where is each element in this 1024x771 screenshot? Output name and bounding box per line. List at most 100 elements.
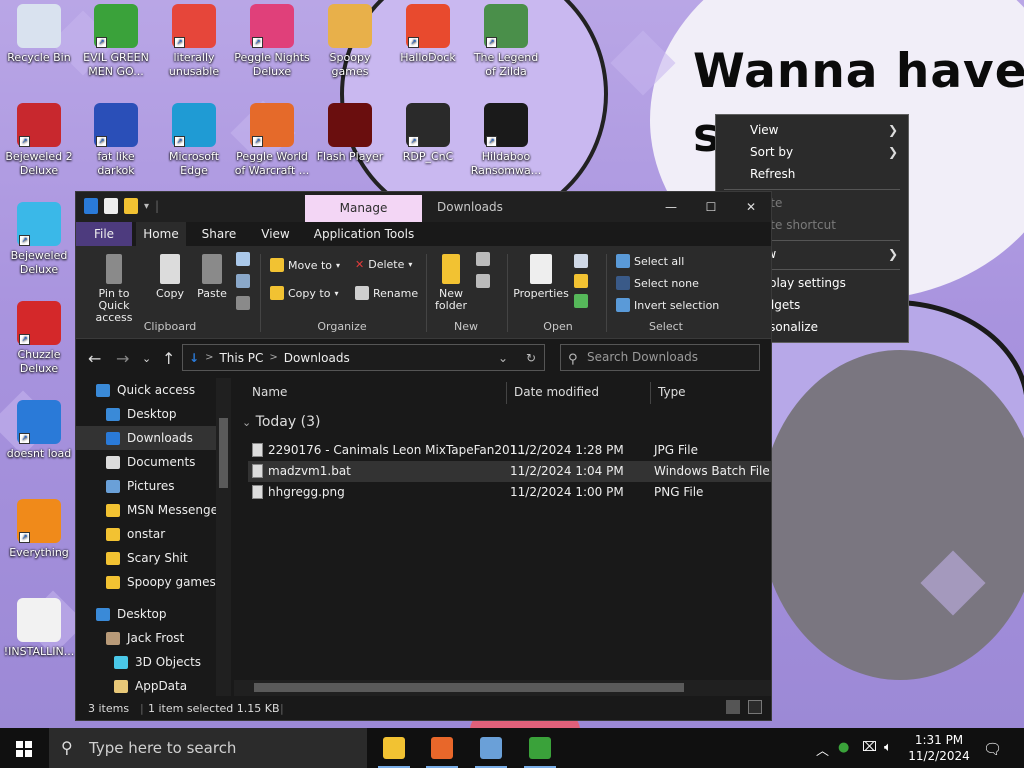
taskbar-app[interactable] xyxy=(467,728,515,768)
address-dropdown-icon[interactable]: ⌄ xyxy=(498,351,508,365)
taskbar-search-box[interactable]: ⚲ Type here to search xyxy=(49,728,367,768)
desktop-icon[interactable]: Recycle Bin xyxy=(0,4,78,65)
nav-item[interactable]: Pictures📌︎ xyxy=(76,474,231,498)
minimize-button[interactable]: — xyxy=(651,192,691,222)
nav-item[interactable]: MSN Messenger xyxy=(76,498,231,522)
details-view-icon[interactable] xyxy=(726,700,740,714)
copy-to-button[interactable]: Copy to ▾ xyxy=(270,286,338,300)
menu-item-view[interactable]: View ❯ xyxy=(716,119,908,141)
delete-button[interactable]: ✕ Delete ▾ xyxy=(355,258,412,271)
download-arrow-icon[interactable] xyxy=(84,198,98,214)
title-bar[interactable]: ▾ | Manage Downloads — ☐ ✕ xyxy=(76,192,771,222)
tab-manage[interactable]: Manage xyxy=(305,195,422,222)
nav-item[interactable]: Spoopy games xyxy=(76,570,231,594)
properties-button[interactable]: Properties xyxy=(512,254,570,300)
properties-icon[interactable] xyxy=(104,198,118,214)
desktop-icon[interactable]: ↗ Bejeweled Deluxe xyxy=(0,202,78,277)
horizontal-scrollbar-thumb[interactable] xyxy=(254,683,684,692)
large-icons-view-icon[interactable] xyxy=(748,700,762,714)
forward-arrow-icon[interactable]: → xyxy=(116,349,129,368)
new-folder-button[interactable]: New folder xyxy=(430,254,472,312)
back-arrow-icon[interactable]: ← xyxy=(88,349,101,368)
select-all-button[interactable]: Select all xyxy=(616,254,684,268)
easy-access-button[interactable] xyxy=(476,274,490,288)
taskbar-app[interactable] xyxy=(418,728,466,768)
new-folder-icon[interactable] xyxy=(124,198,138,214)
maximize-button[interactable]: ☐ xyxy=(691,192,731,222)
nav-item[interactable]: AppData xyxy=(76,674,231,696)
desktop-icon[interactable]: ↗ HalloDock xyxy=(389,4,467,65)
tab-home[interactable]: Home xyxy=(136,222,186,246)
tab-view[interactable]: View xyxy=(248,222,303,246)
nav-item[interactable]: Desktop xyxy=(76,602,231,626)
qat-dropdown-icon[interactable]: ▾ xyxy=(144,201,149,212)
desktop-icon[interactable]: ↗ Everything xyxy=(0,499,78,560)
desktop-icon[interactable]: ↗ Microsoft Edge xyxy=(155,103,233,178)
file-row[interactable]: madzvm1.bat 11/2/2024 1:04 PM Windows Batc… xyxy=(248,461,771,482)
taskbar-app[interactable] xyxy=(516,728,564,768)
desktop-icon[interactable]: ↗ Chuzzle Deluxe xyxy=(0,301,78,376)
cut-button[interactable] xyxy=(236,252,250,266)
volume-icon[interactable]: 🔈︎ xyxy=(884,740,892,755)
edit-button[interactable] xyxy=(574,274,588,288)
tab-share[interactable]: Share xyxy=(194,222,244,246)
msn-tray-icon[interactable]: ● xyxy=(838,740,849,755)
menu-item-sort-by[interactable]: Sort by ❯ xyxy=(716,141,908,163)
nav-item[interactable]: Downloads📌︎ xyxy=(76,426,231,450)
up-arrow-icon[interactable]: ↑ xyxy=(162,349,175,368)
group-header[interactable]: ⌄ Today (3) xyxy=(242,414,320,430)
breadcrumb-downloads[interactable]: Downloads xyxy=(284,351,350,365)
search-input[interactable]: ⚲ Search Downloads xyxy=(560,344,760,371)
address-bar[interactable]: ↓ > This PC > Downloads ⌄ ↻ xyxy=(182,344,545,371)
pin-to-quick-access-button[interactable]: Pin to Quick access xyxy=(82,254,146,324)
tab-application-tools[interactable]: Application Tools xyxy=(309,222,419,246)
nav-item[interactable]: Desktop📌︎ xyxy=(76,402,231,426)
file-row[interactable]: 2290176 - Canimals Leon MixTapeFan201...… xyxy=(248,440,771,461)
desktop-icon[interactable]: Spoopy games xyxy=(311,4,389,79)
breadcrumb-this-pc[interactable]: This PC xyxy=(219,351,263,365)
taskbar-app[interactable] xyxy=(370,728,418,768)
new-item-button[interactable] xyxy=(476,252,490,266)
tab-file[interactable]: File xyxy=(76,222,132,246)
column-header-name[interactable]: Name xyxy=(246,378,506,406)
desktop-icon[interactable]: ↗ EVIL GREEN MEN GO... xyxy=(77,4,155,79)
refresh-icon[interactable]: ↻ xyxy=(526,351,536,365)
menu-item-refresh[interactable]: Refresh xyxy=(716,163,908,185)
history-button[interactable] xyxy=(574,294,588,308)
nav-item[interactable]: Scary Shit xyxy=(76,546,231,570)
desktop-icon[interactable]: !INSTALLIN... xyxy=(0,598,78,659)
close-button[interactable]: ✕ xyxy=(731,192,771,222)
start-button[interactable] xyxy=(0,728,48,768)
desktop-icon[interactable]: ↗ Peggle World of Warcraft ... xyxy=(233,103,311,178)
desktop-icon[interactable]: ↗ Bejeweled 2 Deluxe xyxy=(0,103,78,178)
open-button[interactable] xyxy=(574,254,588,268)
paste-button[interactable]: Paste xyxy=(194,254,230,300)
move-to-button[interactable]: Move to ▾ xyxy=(270,258,340,272)
file-row[interactable]: hhgregg.png 11/2/2024 1:00 PM PNG File xyxy=(248,482,771,503)
desktop-icon[interactable]: ↗ doesnt load xyxy=(0,400,78,461)
desktop-icon[interactable]: ↗ Peggle Nights Deluxe xyxy=(233,4,311,79)
copy-button[interactable]: Copy xyxy=(152,254,188,300)
invert-selection-button[interactable]: Invert selection xyxy=(616,298,719,312)
desktop-icon[interactable]: ↗ Hildaboo Ransomwa... xyxy=(467,103,545,178)
notifications-icon[interactable]: 🗨︎ xyxy=(983,740,1002,758)
chevron-up-icon[interactable]: ︿ xyxy=(816,740,829,759)
network-icon[interactable]: ⌧ xyxy=(862,740,877,755)
column-header-date[interactable]: Date modified xyxy=(508,378,650,406)
desktop-icon[interactable]: ↗ literally unusable xyxy=(155,4,233,79)
rename-button[interactable]: Rename xyxy=(355,286,418,300)
desktop-icon[interactable]: ↗ The Legend of Zilda xyxy=(467,4,545,79)
select-none-button[interactable]: Select none xyxy=(616,276,699,290)
nav-scrollbar-thumb[interactable] xyxy=(219,418,228,488)
clock[interactable]: 1:31 PM 11/2/2024 xyxy=(900,732,978,764)
paste-shortcut-button[interactable] xyxy=(236,296,250,310)
nav-item[interactable]: 3D Objects xyxy=(76,650,231,674)
desktop-icon[interactable]: ↗ fat like darkok xyxy=(77,103,155,178)
copy-path-button[interactable] xyxy=(236,274,250,288)
desktop-icon[interactable]: Flash Player xyxy=(311,103,389,164)
column-header-type[interactable]: Type xyxy=(652,378,772,406)
nav-item[interactable]: Jack Frost xyxy=(76,626,231,650)
nav-item[interactable]: Quick access xyxy=(76,378,231,402)
desktop-icon[interactable]: ↗ RDP_CnC xyxy=(389,103,467,164)
nav-item[interactable]: onstar xyxy=(76,522,231,546)
